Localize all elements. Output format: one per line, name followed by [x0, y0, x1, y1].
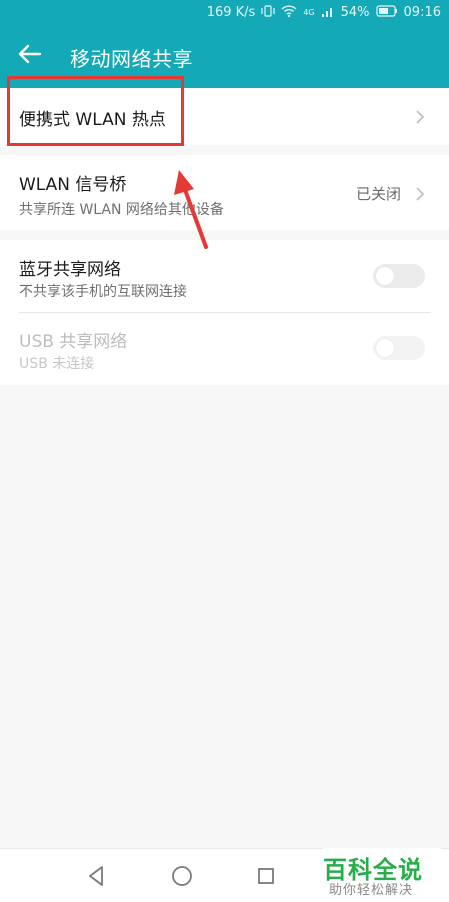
usb-sharing-toggle [373, 336, 425, 360]
bluetooth-sharing-toggle[interactable] [373, 264, 425, 288]
bridge-card: WLAN 信号桥 共享所连 WLAN 网络给其他设备 已关闭 [0, 155, 449, 230]
annotation-arrow-icon [174, 170, 208, 249]
toggle-knob [376, 339, 394, 357]
nav-recents-button[interactable] [251, 861, 281, 891]
nav-home-button[interactable] [167, 861, 197, 891]
usb-sharing-subtitle: USB 未连接 [19, 356, 95, 372]
usb-sharing-row: USB 共享网络 USB 未连接 [0, 313, 449, 385]
status-bar: 169 K/s 4G 54% 09:16 [0, 0, 449, 26]
bluetooth-sharing-label: 蓝牙共享网络 [19, 260, 121, 280]
battery-icon [375, 5, 398, 20]
watermark: 百科全说 助你轻松解决 [323, 848, 441, 901]
square-recents-icon [258, 868, 274, 884]
vibrate-icon [261, 4, 275, 21]
watermark-subtitle: 助你轻松解决 [329, 883, 414, 898]
status-bar-right: 169 K/s 4G 54% 09:16 [207, 4, 441, 21]
page-title: 移动网络共享 [70, 47, 193, 71]
usb-sharing-label: USB 共享网络 [19, 332, 128, 352]
bluetooth-sharing-row[interactable]: 蓝牙共享网络 不共享该手机的互联网连接 [0, 240, 449, 312]
chevron-right-icon [413, 109, 427, 124]
sharing-card: 蓝牙共享网络 不共享该手机的互联网连接 USB 共享网络 USB 未连接 [0, 240, 449, 385]
back-arrow-icon [18, 44, 42, 64]
circle-home-icon [172, 866, 192, 886]
annotation-highlight-box [7, 76, 184, 146]
chevron-right-icon [413, 186, 427, 201]
signal-icon [321, 4, 335, 21]
triangle-back-icon [89, 866, 103, 886]
bluetooth-sharing-subtitle: 不共享该手机的互联网连接 [19, 284, 187, 300]
nav-back-button[interactable] [82, 861, 112, 891]
wifi-icon [281, 4, 297, 21]
network-type: 4G [303, 8, 315, 17]
battery-percent: 54% [340, 5, 370, 20]
wlan-bridge-status: 已关闭 [355, 185, 401, 203]
toggle-knob [376, 267, 394, 285]
clock: 09:16 [403, 5, 441, 20]
network-speed: 169 K/s [206, 5, 256, 20]
back-button[interactable] [16, 40, 48, 72]
wlan-bridge-row[interactable]: WLAN 信号桥 共享所连 WLAN 网络给其他设备 已关闭 [0, 155, 449, 230]
wlan-bridge-label: WLAN 信号桥 [19, 175, 127, 195]
